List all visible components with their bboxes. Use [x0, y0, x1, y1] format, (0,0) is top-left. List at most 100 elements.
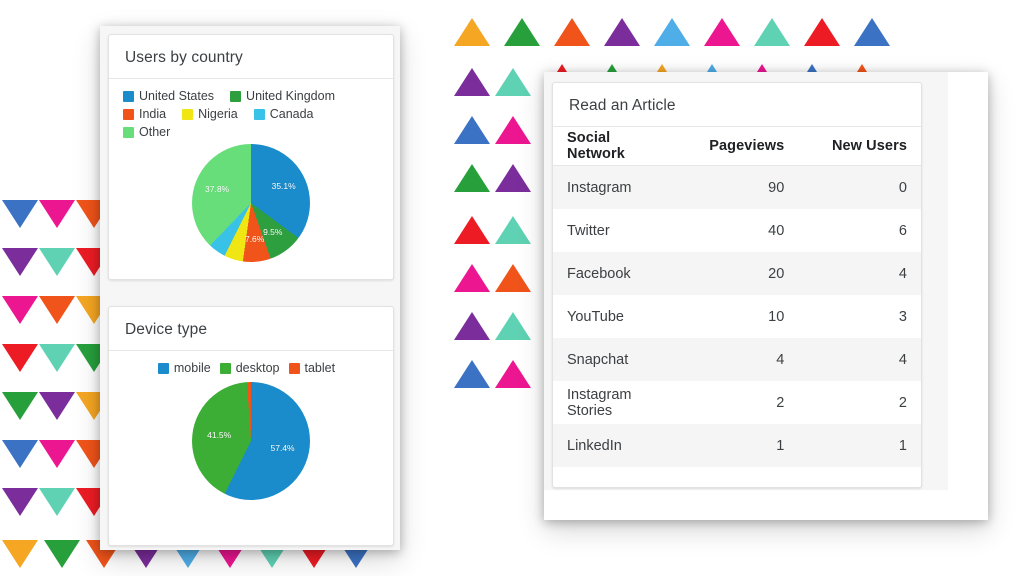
decor-triangle-up: [454, 164, 490, 192]
pie-slice-label: 37.8%: [205, 184, 230, 195]
legend-item[interactable]: Nigeria: [182, 107, 238, 121]
legend-swatch: [182, 108, 194, 120]
decor-triangle-up-small: [806, 64, 817, 72]
table-row[interactable]: Instagram Stories 2 2: [553, 381, 921, 424]
decor-triangle-down: [2, 248, 38, 276]
table-row[interactable]: Facebook 20 4: [553, 252, 921, 295]
legend-item[interactable]: desktop: [219, 361, 280, 375]
cell-pageviews: 40: [768, 222, 785, 239]
table-header-row: Social Network Pageviews New Users: [553, 127, 921, 166]
cell-new-users: 1: [798, 424, 921, 467]
decor-triangle-up: [495, 312, 531, 340]
decor-triangle-up-small: [706, 64, 717, 72]
legend-swatch: [157, 362, 169, 374]
users-by-country-legend: United States United Kingdom India Nigeria C…: [109, 79, 393, 144]
legend-item[interactable]: United States: [123, 89, 214, 103]
decor-triangle-down: [2, 540, 38, 568]
decor-triangle-up: [454, 360, 490, 388]
legend-item[interactable]: tablet: [288, 361, 336, 375]
cell-pageviews: 2: [776, 394, 785, 411]
decor-triangle-up: [804, 18, 840, 46]
cell-new-users: 4: [798, 252, 921, 295]
cell-social-network: YouTube: [567, 308, 624, 325]
pie-slice-label: 41.5%: [207, 429, 232, 440]
decor-triangle-up-small: [606, 64, 617, 72]
decor-triangle-up: [454, 216, 490, 244]
decor-triangle-down: [2, 344, 38, 372]
decor-triangle-up: [754, 18, 790, 46]
legend-swatch: [123, 126, 134, 138]
decor-triangle-up: [495, 116, 531, 144]
column-header-pageviews[interactable]: Pageviews: [675, 127, 799, 166]
device-type-legend: mobile desktop tablet: [109, 351, 393, 382]
decor-triangle-up: [495, 164, 531, 192]
decor-triangle-down: [2, 296, 38, 324]
screenshot-stage: Users by country United States United Kin…: [0, 0, 1024, 576]
cell-social-network: LinkedIn: [553, 424, 676, 467]
decor-triangle-down: [39, 200, 75, 228]
decor-triangle-down: [2, 440, 38, 468]
cell-pageviews: 90: [675, 165, 799, 209]
legend-label: tablet: [304, 361, 336, 375]
decor-triangle-up: [604, 18, 640, 46]
column-header-new-users[interactable]: New Users: [798, 127, 921, 166]
decor-triangle-up: [504, 18, 540, 46]
legend-swatch: [288, 362, 300, 374]
pie-slice-label: 9.5%: [263, 227, 283, 238]
decor-triangle-down: [39, 344, 75, 372]
decor-triangle-up: [554, 18, 590, 46]
table-row[interactable]: LinkedIn 1 1: [553, 424, 921, 467]
table-head: Social Network Pageviews New Users: [553, 127, 921, 166]
legend-swatch: [230, 90, 242, 102]
table-row[interactable]: YouTube 10 3: [553, 295, 921, 338]
decor-triangle-up: [495, 68, 531, 96]
decor-triangle-up: [495, 264, 531, 292]
legend-item[interactable]: United Kingdom: [230, 89, 335, 103]
legend-label: United Kingdom: [246, 89, 335, 103]
pie-graphic: 35.1% 9.5% 7.6% 37.8%: [192, 144, 310, 262]
legend-label: Canada: [269, 107, 314, 121]
cell-new-users: 4: [798, 338, 921, 381]
decor-triangle-down: [44, 540, 80, 568]
table-row[interactable]: Instagram 90 0: [553, 165, 921, 209]
decor-triangle-down: [2, 488, 38, 516]
legend-item[interactable]: mobile: [157, 361, 211, 375]
device-type-title: Device type: [109, 307, 393, 351]
table-body: Instagram 90 0 Twitter 40 6 Facebook 20 4 YouTube…: [553, 165, 921, 467]
pie-slice-label: 35.1%: [271, 181, 296, 192]
decor-triangle-up-small: [756, 64, 767, 72]
cell-pageviews: 1: [675, 424, 799, 467]
users-by-country-title: Users by country: [109, 35, 393, 79]
device-type-card: Device type mobile desktop tablet 57.4% 41.…: [108, 306, 394, 546]
cell-new-users: 3: [898, 308, 907, 325]
legend-label: mobile: [173, 361, 211, 375]
legend-label: United States: [139, 89, 215, 103]
cell-social-network: Instagram Stories: [567, 386, 632, 419]
cell-pageviews: 10: [768, 308, 785, 325]
legend-label: Other: [139, 125, 171, 139]
decor-triangle-down: [39, 248, 75, 276]
legend-label: India: [139, 107, 167, 121]
pie-slice-label: 57.4%: [270, 443, 295, 454]
column-header-social-network[interactable]: Social Network: [553, 127, 676, 166]
decor-triangle-down: [39, 296, 75, 324]
cell-pageviews: 20: [675, 252, 799, 295]
read-an-article-title: Read an Article: [553, 83, 921, 127]
legend-item[interactable]: Other: [123, 125, 170, 139]
legend-item[interactable]: Canada: [253, 107, 314, 121]
legend-swatch: [123, 108, 134, 120]
decor-triangle-down: [39, 440, 75, 468]
decor-triangle-up: [454, 312, 490, 340]
table-row[interactable]: Snapchat 4 4: [553, 338, 921, 381]
cell-social-network: Twitter: [567, 222, 610, 239]
decor-triangle-up: [454, 18, 490, 46]
table-row[interactable]: Twitter 40 6: [553, 209, 921, 252]
decor-triangle-down: [39, 488, 75, 516]
users-by-country-card: Users by country United States United Kin…: [108, 34, 394, 280]
legend-item[interactable]: India: [123, 107, 166, 121]
users-by-country-pie-chart: 35.1% 9.5% 7.6% 37.8%: [109, 144, 393, 262]
device-type-pie-chart: 57.4% 41.5%: [109, 382, 393, 500]
decor-triangle-up: [454, 264, 490, 292]
cell-social-network: Facebook: [553, 252, 676, 295]
legend-label: desktop: [235, 361, 280, 375]
